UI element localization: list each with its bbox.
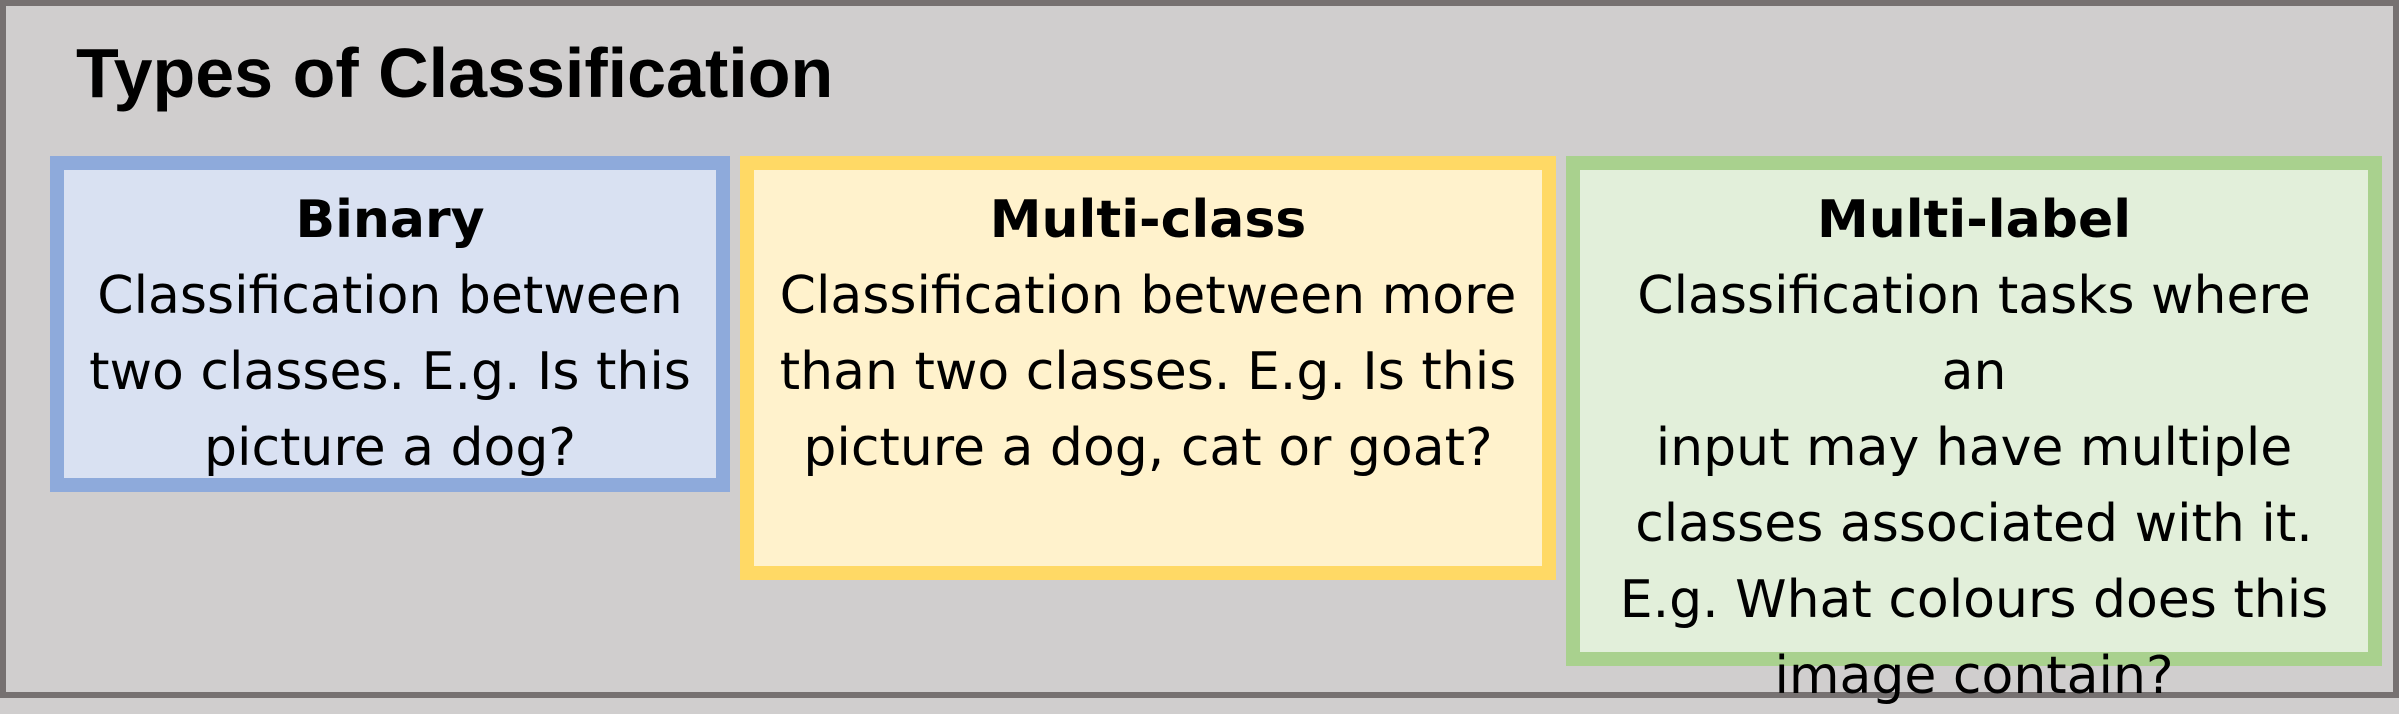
card-description: Classification between more than two cla…	[754, 258, 1542, 486]
description-line: image contain?	[1774, 646, 2174, 706]
card-multi-label: Multi-label Classification tasks where a…	[1566, 156, 2382, 706]
diagram-frame: Types of Classification Binary Classific…	[0, 0, 2399, 706]
card-multi-class: Multi-class Classification between more …	[740, 156, 1556, 580]
description-line: two classes. E.g. Is this	[89, 342, 691, 402]
card-heading: Multi-label	[1816, 190, 2132, 250]
diagram-title: Types of Classification	[76, 34, 834, 112]
card-binary: Binary Classification between two classe…	[50, 156, 730, 492]
description-line: picture a dog, cat or goat?	[803, 418, 1493, 478]
description-line: E.g. What colours does this	[1619, 570, 2329, 630]
description-line: Classification between more	[779, 266, 1517, 326]
description-line: input may have multiple	[1655, 418, 2293, 478]
description-line: Classification tasks where an	[1637, 266, 2311, 402]
description-line: Classification between	[97, 266, 683, 326]
card-description: Classification between two classes. E.g.…	[64, 258, 716, 486]
description-line: than two classes. E.g. Is this	[779, 342, 1517, 402]
card-heading: Multi-class	[989, 190, 1307, 250]
card-heading: Binary	[295, 190, 485, 250]
description-line: classes associated with it.	[1635, 494, 2313, 554]
description-line: picture a dog?	[204, 418, 576, 478]
card-description: Classification tasks where an input may …	[1580, 258, 2368, 714]
